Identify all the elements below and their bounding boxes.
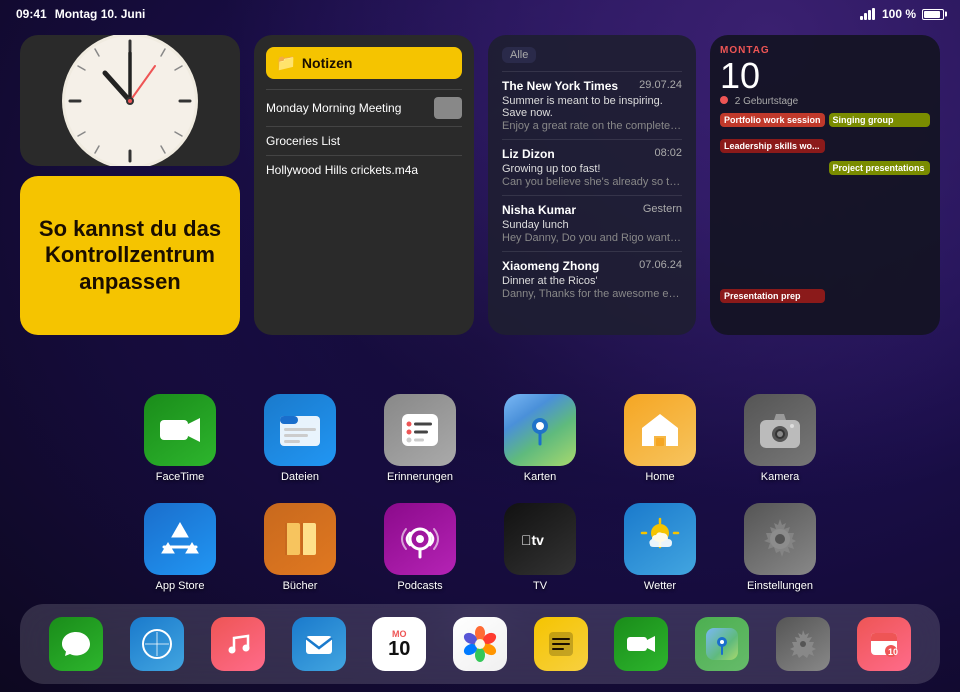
mail-item-4[interactable]: Xiaomeng Zhong 07.06.24 Dinner at the Ri… [502,251,682,307]
appstore-icon [144,503,216,575]
dock-notes[interactable] [534,617,588,671]
note-item-2[interactable]: Groceries List [266,126,462,155]
calendar-birthdays: 2 Geburtstage [720,96,930,107]
clock-svg [60,35,200,166]
dock-music[interactable] [211,617,265,671]
mail-item-2[interactable]: Liz Dizon 08:02 Growing up too fast! Can… [502,139,682,195]
app-row-2: App Store Bücher [30,503,930,592]
battery-fill [924,11,940,18]
app-appstore[interactable]: App Store [144,503,216,592]
reminders-icon [384,394,456,466]
books-label: Bücher [283,580,318,592]
mail-filter-badge[interactable]: Alle [502,47,536,63]
battery-icon [922,9,944,20]
facetime-label: FaceTime [156,471,205,483]
notes-folder-icon: 📁 [276,53,296,73]
app-home[interactable]: Home [624,394,696,483]
status-right: 100 % [860,7,944,21]
tv-label: TV [533,580,547,592]
app-grid: FaceTime Dateien [0,394,960,612]
cal-event-3[interactable]: Presentation prep [720,289,825,303]
notes-widget[interactable]: 📁 Notizen Monday Morning Meeting Groceri… [254,35,474,335]
books-icon [264,503,336,575]
dock-messages[interactable] [49,617,103,671]
control-center-text: So kannst du das Kontrollzentrum anpasse… [34,216,226,295]
dock-mail[interactable] [292,617,346,671]
home-label: Home [645,471,674,483]
notes-header: 📁 Notizen [266,47,462,79]
appstore-label: App Store [156,580,205,592]
wifi-icon [860,8,876,20]
calendar-date: 10 [720,58,930,94]
dock-reminders[interactable]: 10 [857,617,911,671]
dock-calendar[interactable]: MO 10 [372,617,426,671]
note-item-1[interactable]: Monday Morning Meeting [266,89,462,126]
weather-label: Wetter [644,580,676,592]
dock-maps[interactable] [695,617,749,671]
app-files[interactable]: Dateien [264,394,336,483]
dock-facetime[interactable] [614,617,668,671]
dock-calendar-day: 10 [388,639,410,659]
widgets-area: So kannst du das Kontrollzentrum anpasse… [20,35,940,335]
battery-percent: 100 % [882,7,916,21]
home-icon [624,394,696,466]
clock-face[interactable] [20,35,240,166]
tv-icon: tv [504,503,576,575]
dock-photos[interactable] [453,617,507,671]
app-reminders[interactable]: Erinnerungen [384,394,456,483]
status-date: Montag 10. Juni [55,7,146,21]
maps-label: Karten [524,471,556,483]
cal-event-2[interactable]: Leadership skills wo... [720,139,825,153]
app-maps[interactable]: Karten [504,394,576,483]
mail-header: Alle [502,47,682,63]
settings-icon [744,503,816,575]
podcasts-label: Podcasts [397,580,442,592]
calendar-col-2: Singing group Project presentations [829,113,930,303]
notes-title: Notizen [302,55,353,71]
app-weather[interactable]: Wetter [624,503,696,592]
files-icon [264,394,336,466]
facetime-icon [144,394,216,466]
dock-settings[interactable] [776,617,830,671]
podcasts-icon [384,503,456,575]
weather-icon [624,503,696,575]
calendar-header: MONTAG 10 2 Geburtstage [720,45,930,107]
files-label: Dateien [281,471,319,483]
camera-label: Kamera [761,471,800,483]
app-tv[interactable]: tv TV [504,503,576,592]
calendar-widget[interactable]: MONTAG 10 2 Geburtstage Portfolio work s… [710,35,940,335]
mail-widget[interactable]: Alle The New York Times 29.07.24 Summer … [488,35,696,335]
clock-widget: So kannst du das Kontrollzentrum anpasse… [20,35,240,335]
mail-item-3[interactable]: Nisha Kumar Gestern Sunday lunch Hey Dan… [502,195,682,251]
app-books[interactable]: Bücher [264,503,336,592]
svg-text:10: 10 [888,647,898,657]
camera-icon [744,394,816,466]
mail-item-1[interactable]: The New York Times 29.07.24 Summer is me… [502,71,682,139]
app-camera[interactable]: Kamera [744,394,816,483]
status-left: 09:41 Montag 10. Juni [16,7,145,21]
svg-text:tv: tv [521,532,544,548]
settings-label: Einstellungen [747,580,813,592]
control-center-widget[interactable]: So kannst du das Kontrollzentrum anpasse… [20,176,240,335]
cal-event-1[interactable]: Portfolio work session [720,113,825,127]
cal-event-4[interactable]: Singing group [829,113,930,127]
note-thumb-1 [434,97,462,119]
app-settings[interactable]: Einstellungen [744,503,816,592]
calendar-grid: Portfolio work session Leadership skills… [720,113,930,303]
app-podcasts[interactable]: Podcasts [384,503,456,592]
app-facetime[interactable]: FaceTime [144,394,216,483]
dock: MO 10 [20,604,940,684]
dock-safari[interactable] [130,617,184,671]
reminders-label: Erinnerungen [387,471,453,483]
calendar-col-1: Portfolio work session Leadership skills… [720,113,825,303]
maps-icon [504,394,576,466]
note-item-3[interactable]: Hollywood Hills crickets.m4a [266,155,462,184]
status-bar: 09:41 Montag 10. Juni 100 % [0,0,960,28]
app-row-1: FaceTime Dateien [30,394,930,483]
cal-event-5[interactable]: Project presentations [829,161,930,175]
status-time: 09:41 [16,7,47,21]
